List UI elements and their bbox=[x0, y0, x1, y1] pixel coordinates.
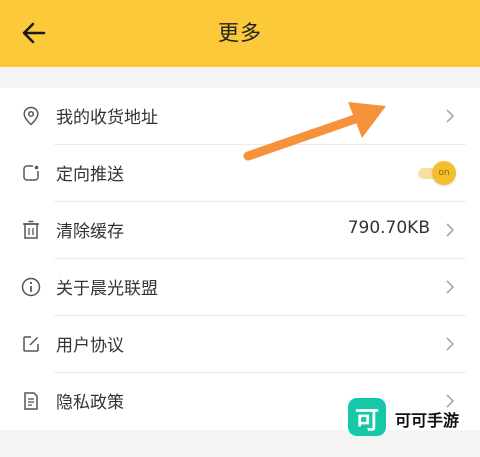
chevron-right-icon bbox=[446, 223, 455, 237]
menu-item-about[interactable]: 关于晨光联盟 bbox=[0, 259, 480, 316]
edit-icon bbox=[20, 333, 42, 355]
annotation-arrow-icon bbox=[243, 102, 386, 161]
watermark: 可 可可手游 bbox=[348, 398, 476, 438]
menu-item-label: 用户协议 bbox=[56, 336, 124, 356]
page-title: 更多 bbox=[218, 21, 262, 45]
menu-item-label: 清除缓存 bbox=[56, 222, 124, 242]
top-bar: 更多 bbox=[0, 0, 480, 67]
toggle-knob: on bbox=[432, 161, 456, 185]
watermark-text: 可可手游 bbox=[395, 411, 460, 430]
location-pin-icon bbox=[20, 105, 42, 127]
menu-item-label: 我的收货地址 bbox=[56, 108, 158, 128]
chevron-right-icon bbox=[446, 280, 455, 294]
push-toggle[interactable]: on bbox=[416, 161, 456, 185]
info-icon bbox=[20, 276, 42, 298]
menu-item-clear-cache[interactable]: 清除缓存 790.70KB bbox=[0, 202, 480, 259]
trash-icon bbox=[20, 219, 42, 241]
menu-item-label: 定向推送 bbox=[56, 165, 124, 185]
menu-item-label: 隐私政策 bbox=[56, 393, 124, 413]
cache-size: 790.70KB bbox=[347, 218, 430, 238]
menu-item-label: 关于晨光联盟 bbox=[56, 279, 158, 299]
menu-item-user-agreement[interactable]: 用户协议 bbox=[0, 316, 480, 373]
document-icon bbox=[20, 390, 42, 412]
chevron-right-icon bbox=[446, 337, 455, 351]
chevron-right-icon bbox=[446, 109, 455, 123]
watermark-logo: 可 bbox=[348, 398, 386, 436]
push-icon bbox=[20, 162, 42, 184]
